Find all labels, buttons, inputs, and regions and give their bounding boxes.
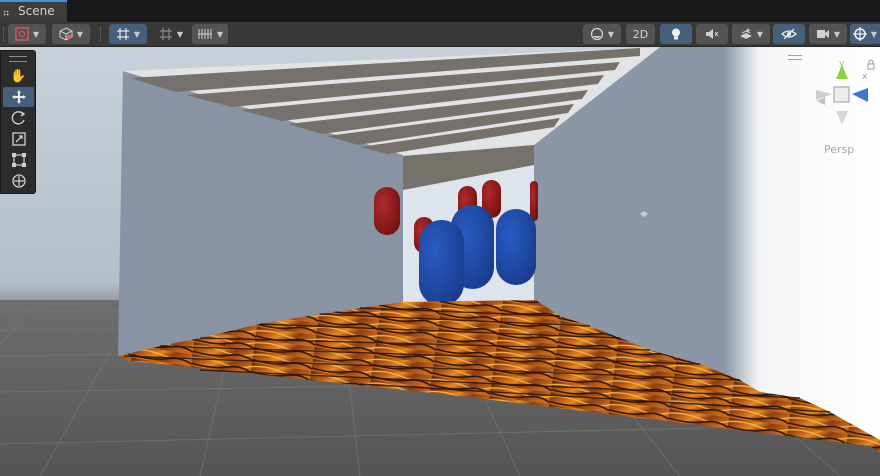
increment-snap-dropdown[interactable]: ▼ [153,24,189,44]
camera-dropdown[interactable]: ▼ [809,24,847,44]
audio-mute-icon [706,29,719,39]
scene-tools-panel: ✋ [0,50,36,194]
shaded-mode-dropdown[interactable]: ▼ [52,24,90,44]
chevron-down-icon: ▼ [756,29,764,39]
grid-visibility-dropdown[interactable]: ▼ [192,24,228,44]
gizmo-draw-mode-icon [15,27,29,41]
audio-toggle[interactable] [696,24,728,44]
chevron-down-icon: ▼ [833,29,841,39]
lighting-toggle[interactable] [660,24,692,44]
scene-viewport[interactable]: ✋ y x Persp [0,47,880,476]
scene-tab[interactable]: ⌗ Scene [0,0,67,22]
transform-tool[interactable] [3,171,34,191]
hidden-visibility-icon [781,28,797,40]
rotate-tool[interactable] [3,108,34,128]
scene-toolbar: ▼ ▼ ▼ ▼ ▼ ▼ 2D ▼ ▼ ▼ [0,22,880,47]
grid-snap-icon [116,28,129,40]
effects-icon [739,28,752,39]
overlay-menu-handle[interactable] [788,55,802,60]
shading-dropdown[interactable]: ▼ [583,24,621,44]
lighting-icon [672,28,680,40]
toolbar-separator [3,27,6,41]
neg-y-cone [836,111,848,125]
toggle-2d-button[interactable]: 2D [626,24,655,44]
move-arrows-icon [11,90,26,104]
chevron-down-icon: ▼ [607,29,615,39]
effects-dropdown[interactable]: ▼ [732,24,770,44]
x-axis-label: x [862,72,868,82]
grid-icon [197,29,212,39]
projection-label[interactable]: Persp [824,143,854,156]
rect-transform-icon [11,153,26,167]
chevron-down-icon: ▼ [76,29,84,39]
chevron-down-icon: ▼ [216,29,224,39]
grid-snap-dropdown[interactable]: ▼ [109,24,147,44]
window-tab-bar: ⌗ Scene [0,0,880,23]
grid-menu-icon: ⌗ [3,7,10,20]
chevron-down-icon: ▼ [176,29,184,39]
shaded-cube-icon [59,27,73,41]
toolbar-separator [100,27,103,41]
chevron-down-icon: ▼ [32,29,40,39]
draw-mode-dropdown[interactable]: ▼ [8,24,46,44]
chevron-down-icon: ▼ [870,29,878,39]
gizmo-center-cube [833,86,850,103]
toggle-2d-label: 2D [632,27,649,41]
drag-handle[interactable] [9,56,27,62]
increment-snap-icon [159,28,172,40]
scale-icon [11,132,26,146]
shading-sphere-icon [590,27,604,41]
y-axis-label: y [839,59,845,69]
scale-tool[interactable] [3,129,34,149]
move-tool[interactable] [3,87,34,107]
chevron-down-icon: ▼ [133,29,141,39]
rotate-icon [11,111,25,125]
gizmos-icon [852,27,867,41]
rect-tool[interactable] [3,150,34,170]
hand-icon: ✋ [10,68,27,84]
view-tool[interactable]: ✋ [3,66,34,86]
transform-icon [11,174,26,188]
camera-icon [816,30,829,38]
scene-tab-label: Scene [18,4,55,18]
scene-visibility-toggle[interactable] [773,24,805,44]
orientation-gizmo[interactable]: y x [805,57,880,142]
x-axis-cone [852,88,868,102]
gizmos-dropdown[interactable]: ▼ [850,24,880,44]
lock-icon[interactable] [867,59,875,70]
scene-render [0,47,880,476]
